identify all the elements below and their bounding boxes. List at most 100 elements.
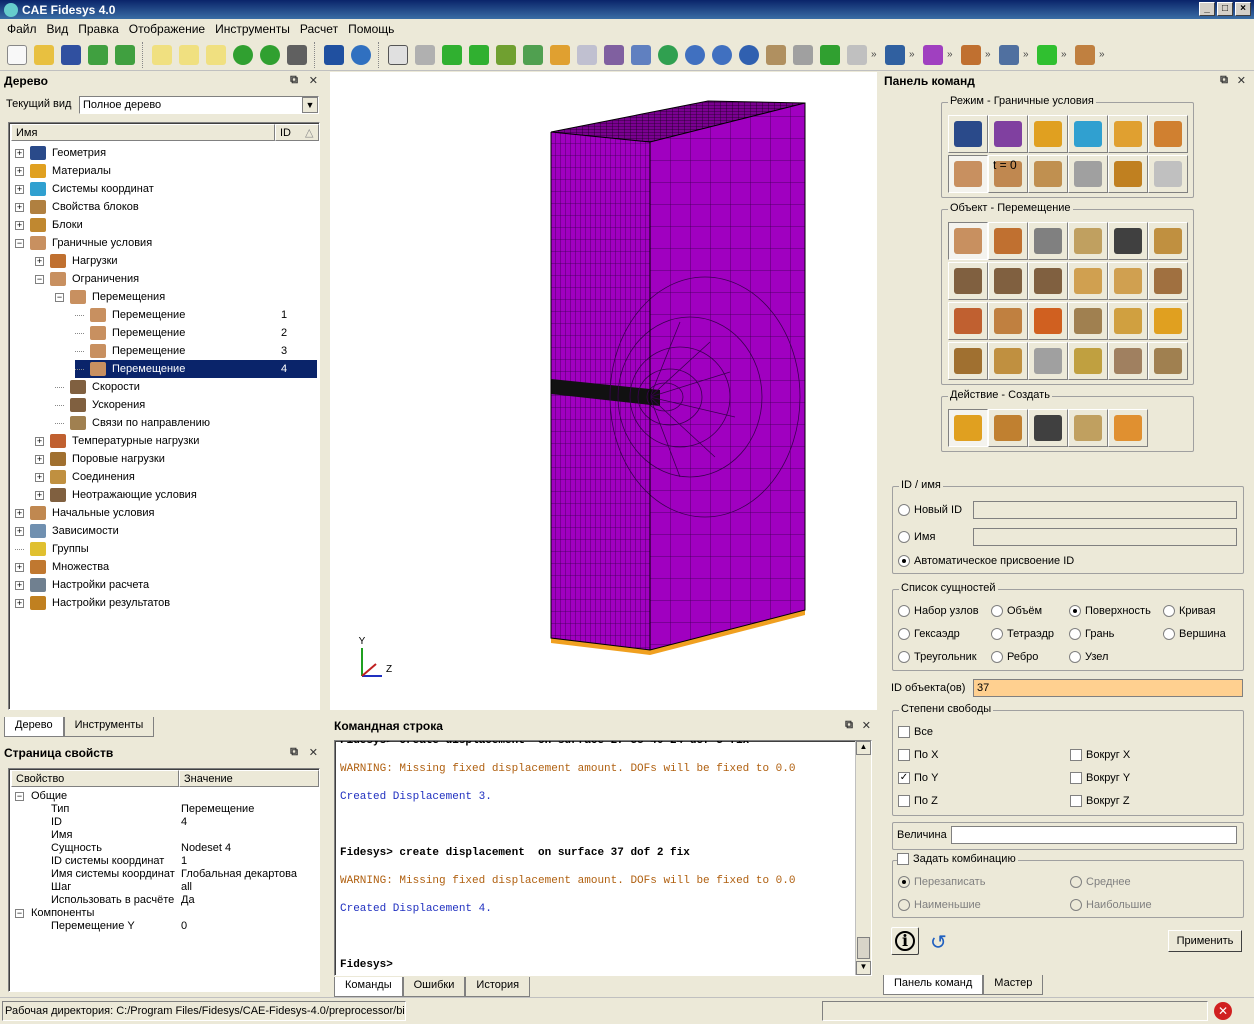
expand-icon[interactable]: +: [35, 454, 44, 464]
view-mesh-button[interactable]: [520, 42, 546, 68]
undock-icon[interactable]: ⧉: [845, 719, 853, 732]
prop-row[interactable]: ID системы координат 1: [13, 855, 317, 868]
tree-item[interactable]: + Зависимости: [15, 522, 317, 540]
expand-icon[interactable]: +: [15, 202, 24, 212]
prop-row[interactable]: ID 4: [13, 816, 317, 829]
prop-row[interactable]: Имя системы координат Глобальная декартов…: [13, 868, 317, 881]
new-file-button[interactable]: [4, 42, 30, 68]
load-button[interactable]: [958, 42, 984, 68]
view-shapes-button[interactable]: [493, 42, 519, 68]
dof-y-checkbox[interactable]: ✓ По Y: [898, 772, 938, 784]
box-button[interactable]: [817, 42, 843, 68]
delete-action-button[interactable]: [1108, 409, 1148, 447]
largest-radio[interactable]: Наибольшие: [1070, 899, 1152, 911]
expand-icon[interactable]: +: [15, 526, 24, 536]
prop-row[interactable]: Шаг all: [13, 881, 317, 894]
scroll-thumb[interactable]: [857, 937, 870, 959]
pan-button[interactable]: [763, 42, 789, 68]
record-button[interactable]: [230, 42, 256, 68]
entity-radio[interactable]: Узел: [1069, 651, 1108, 663]
tree-item[interactable]: Ускорения: [55, 396, 317, 414]
beam-button[interactable]: [1068, 262, 1108, 300]
star-button[interactable]: [1028, 342, 1068, 380]
tab-commands[interactable]: Команды: [334, 977, 403, 997]
nonreflect-button[interactable]: [1108, 342, 1148, 380]
tab-history[interactable]: История: [465, 977, 531, 997]
rot-y-checkbox[interactable]: Вокруг Y: [1070, 772, 1130, 784]
blocks-mode-button[interactable]: [1108, 115, 1148, 153]
tree-item[interactable]: + Настройки результатов: [15, 594, 317, 612]
view-iso-button[interactable]: [385, 42, 411, 68]
tree-item[interactable]: + Блоки: [15, 216, 317, 234]
tab-tree[interactable]: Дерево: [4, 717, 64, 737]
run-button[interactable]: [1034, 42, 1060, 68]
sun-button[interactable]: [1148, 302, 1188, 340]
entity-radio[interactable]: Объём: [991, 605, 1042, 617]
menu-tools[interactable]: Инструменты: [210, 22, 295, 36]
sets-mode-button[interactable]: [1148, 115, 1188, 153]
props-col-val[interactable]: Значение: [179, 770, 319, 787]
tree-item[interactable]: − Ограничения: [35, 270, 317, 288]
overwrite-radio[interactable]: Перезаписать: [898, 876, 985, 888]
tree-item[interactable]: Перемещение 1: [75, 306, 317, 324]
expand-icon[interactable]: +: [35, 490, 44, 500]
distributed-load-button[interactable]: [1068, 222, 1108, 260]
entity-radio[interactable]: Кривая: [1163, 605, 1215, 617]
smallest-radio[interactable]: Наименьшие: [898, 899, 981, 911]
bc-mode-button[interactable]: [948, 155, 988, 193]
list-action-button[interactable]: [1028, 409, 1068, 447]
pore-flow-button[interactable]: [988, 342, 1028, 380]
radiation-button[interactable]: [1068, 302, 1108, 340]
angular-velocity-button[interactable]: [988, 262, 1028, 300]
tree-item[interactable]: + Неотражающие условия: [35, 486, 317, 504]
magnitude-input[interactable]: [951, 826, 1237, 844]
undock-icon[interactable]: ⧉: [1220, 74, 1228, 87]
graphics-viewport[interactable]: Y Z: [330, 72, 877, 710]
tree-item[interactable]: + Настройки расчета: [15, 576, 317, 594]
collapse-icon[interactable]: −: [55, 292, 64, 302]
tree-item[interactable]: + Начальные условия: [15, 504, 317, 522]
expand-icon[interactable]: +: [15, 184, 24, 194]
menu-help[interactable]: Помощь: [343, 22, 399, 36]
expand-icon[interactable]: +: [15, 148, 24, 158]
expand-icon[interactable]: +: [15, 220, 24, 230]
gravity-button[interactable]: [1108, 222, 1148, 260]
prop-row[interactable]: Сущность Nodeset 4: [13, 842, 317, 855]
entity-radio[interactable]: Набор узлов: [898, 605, 979, 617]
tab-tools[interactable]: Инструменты: [63, 717, 155, 737]
material-mode-button[interactable]: [1028, 115, 1068, 153]
view-iso2-button[interactable]: [412, 42, 438, 68]
collapse-icon[interactable]: −: [15, 909, 24, 918]
rot-z-checkbox[interactable]: Вокруг Z: [1070, 795, 1130, 807]
cube-button[interactable]: [601, 42, 627, 68]
dof-all-checkbox[interactable]: Все: [898, 726, 933, 738]
body-load-button[interactable]: [1148, 222, 1188, 260]
geometry-mode-button[interactable]: [948, 115, 988, 153]
prop-row[interactable]: Перемещение Y 0: [13, 920, 317, 933]
collapse-icon[interactable]: −: [15, 792, 24, 801]
heat-flux-button[interactable]: [988, 302, 1028, 340]
entity-radio[interactable]: Грань: [1069, 628, 1114, 640]
scroll-up-icon[interactable]: ▲: [856, 741, 871, 755]
section-button[interactable]: [790, 42, 816, 68]
undo-button[interactable]: [348, 42, 374, 68]
convection-button[interactable]: [1028, 302, 1068, 340]
info-button[interactable]: i: [891, 927, 919, 955]
expand-icon[interactable]: +: [15, 508, 24, 518]
point-button[interactable]: [920, 42, 946, 68]
tree-item[interactable]: Перемещение 4: [75, 360, 317, 378]
rotate-button[interactable]: [736, 42, 762, 68]
dof-z-checkbox[interactable]: По Z: [898, 795, 938, 807]
entity-radio[interactable]: Поверхность: [1069, 605, 1151, 617]
edit-action-button[interactable]: [1068, 409, 1108, 447]
name-input[interactable]: [973, 528, 1237, 546]
tree-item[interactable]: + Системы координат: [15, 180, 317, 198]
expand-icon[interactable]: +: [15, 580, 24, 590]
save-button[interactable]: [58, 42, 84, 68]
tab-errors[interactable]: Ошибки: [402, 977, 466, 997]
menu-view[interactable]: Вид: [42, 22, 74, 36]
tree-item[interactable]: Скорости: [55, 378, 317, 396]
frame-button[interactable]: [996, 42, 1022, 68]
journal-button[interactable]: [149, 42, 175, 68]
average-radio[interactable]: Среднее: [1070, 876, 1131, 888]
